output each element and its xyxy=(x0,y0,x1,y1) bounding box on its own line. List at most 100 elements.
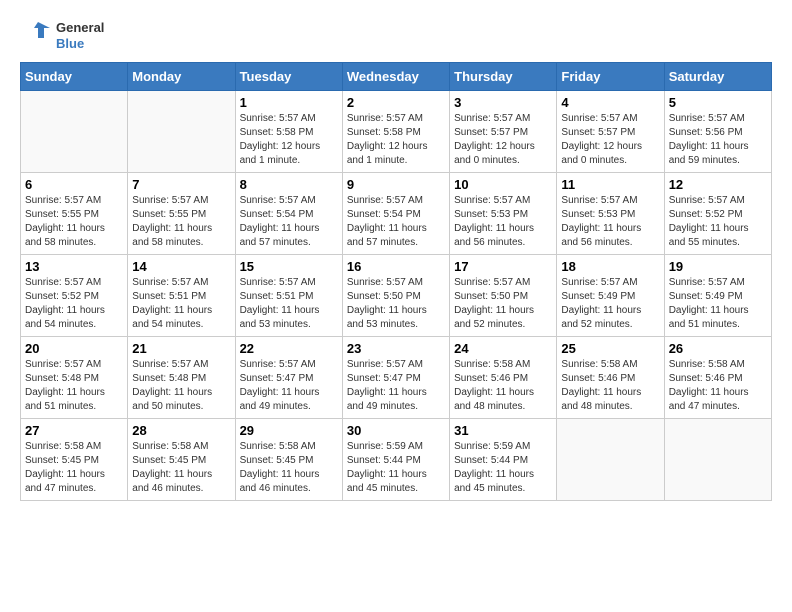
day-detail: Sunrise: 5:57 AMSunset: 5:58 PMDaylight:… xyxy=(240,112,338,168)
calendar-cell: 24Sunrise: 5:58 AMSunset: 5:46 PMDayligh… xyxy=(450,337,557,419)
weekday-header: Friday xyxy=(557,63,664,91)
calendar-cell: 14Sunrise: 5:57 AMSunset: 5:51 PMDayligh… xyxy=(128,255,235,337)
day-detail: Sunrise: 5:58 AMSunset: 5:45 PMDaylight:… xyxy=(240,440,338,496)
logo: GeneralBlue xyxy=(20,20,104,52)
weekday-header: Tuesday xyxy=(235,63,342,91)
day-detail: Sunrise: 5:57 AMSunset: 5:52 PMDaylight:… xyxy=(25,276,123,332)
day-detail: Sunrise: 5:58 AMSunset: 5:46 PMDaylight:… xyxy=(669,358,767,414)
day-number: 5 xyxy=(669,95,767,110)
day-number: 2 xyxy=(347,95,445,110)
day-number: 24 xyxy=(454,341,552,356)
day-detail: Sunrise: 5:57 AMSunset: 5:52 PMDaylight:… xyxy=(669,194,767,250)
day-detail: Sunrise: 5:57 AMSunset: 5:54 PMDaylight:… xyxy=(240,194,338,250)
calendar-cell xyxy=(664,419,771,501)
day-number: 6 xyxy=(25,177,123,192)
calendar-cell: 22 Sunrise: 5:57 AMSunset: 5:47 PMDayligh… xyxy=(235,337,342,419)
day-number: 31 xyxy=(454,423,552,438)
weekday-header: Monday xyxy=(128,63,235,91)
day-number: 12 xyxy=(669,177,767,192)
calendar-week-row: 20Sunrise: 5:57 AMSunset: 5:48 PMDayligh… xyxy=(21,337,772,419)
day-detail: Sunrise: 5:57 AMSunset: 5:56 PMDaylight:… xyxy=(669,112,767,168)
day-number: 23 xyxy=(347,341,445,356)
calendar-cell: 13 Sunrise: 5:57 AMSunset: 5:52 PMDayligh… xyxy=(21,255,128,337)
calendar-cell: 18Sunrise: 5:57 AMSunset: 5:49 PMDayligh… xyxy=(557,255,664,337)
calendar-table: SundayMondayTuesdayWednesdayThursdayFrid… xyxy=(20,62,772,501)
day-detail: Sunrise: 5:57 AMSunset: 5:48 PMDaylight:… xyxy=(132,358,230,414)
calendar-cell: 17 Sunrise: 5:57 AMSunset: 5:50 PMDayligh… xyxy=(450,255,557,337)
calendar-cell: 31Sunrise: 5:59 AMSunset: 5:44 PMDayligh… xyxy=(450,419,557,501)
calendar-cell: 20Sunrise: 5:57 AMSunset: 5:48 PMDayligh… xyxy=(21,337,128,419)
calendar-cell: 27Sunrise: 5:58 AMSunset: 5:45 PMDayligh… xyxy=(21,419,128,501)
day-detail: Sunrise: 5:57 AMSunset: 5:50 PMDaylight:… xyxy=(454,276,552,332)
day-number: 4 xyxy=(561,95,659,110)
weekday-header: Wednesday xyxy=(342,63,449,91)
day-detail: Sunrise: 5:57 AMSunset: 5:58 PMDaylight:… xyxy=(347,112,445,168)
calendar-cell: 26Sunrise: 5:58 AMSunset: 5:46 PMDayligh… xyxy=(664,337,771,419)
calendar-cell: 21 Sunrise: 5:57 AMSunset: 5:48 PMDayligh… xyxy=(128,337,235,419)
day-number: 21 xyxy=(132,341,230,356)
day-detail: Sunrise: 5:57 AMSunset: 5:53 PMDaylight:… xyxy=(454,194,552,250)
day-number: 19 xyxy=(669,259,767,274)
calendar-cell: 3Sunrise: 5:57 AMSunset: 5:57 PMDaylight… xyxy=(450,91,557,173)
day-number: 1 xyxy=(240,95,338,110)
day-detail: Sunrise: 5:58 AMSunset: 5:45 PMDaylight:… xyxy=(25,440,123,496)
day-number: 29 xyxy=(240,423,338,438)
calendar-cell: 8 Sunrise: 5:57 AMSunset: 5:54 PMDaylight… xyxy=(235,173,342,255)
calendar-cell: 23Sunrise: 5:57 AMSunset: 5:47 PMDayligh… xyxy=(342,337,449,419)
calendar-cell: 16 Sunrise: 5:57 AMSunset: 5:50 PMDayligh… xyxy=(342,255,449,337)
calendar-week-row: 27Sunrise: 5:58 AMSunset: 5:45 PMDayligh… xyxy=(21,419,772,501)
day-detail: Sunrise: 5:59 AMSunset: 5:44 PMDaylight:… xyxy=(347,440,445,496)
calendar-cell: 1 Sunrise: 5:57 AMSunset: 5:58 PMDaylight… xyxy=(235,91,342,173)
day-detail: Sunrise: 5:57 AMSunset: 5:49 PMDaylight:… xyxy=(561,276,659,332)
day-detail: Sunrise: 5:57 AMSunset: 5:57 PMDaylight:… xyxy=(454,112,552,168)
calendar-cell: 10 Sunrise: 5:57 AMSunset: 5:53 PMDayligh… xyxy=(450,173,557,255)
calendar-header-row: SundayMondayTuesdayWednesdayThursdayFrid… xyxy=(21,63,772,91)
weekday-header: Sunday xyxy=(21,63,128,91)
calendar-cell: 9 Sunrise: 5:57 AMSunset: 5:54 PMDaylight… xyxy=(342,173,449,255)
day-number: 25 xyxy=(561,341,659,356)
calendar-cell: 7Sunrise: 5:57 AMSunset: 5:55 PMDaylight… xyxy=(128,173,235,255)
weekday-header: Saturday xyxy=(664,63,771,91)
day-number: 14 xyxy=(132,259,230,274)
calendar-cell: 25 Sunrise: 5:58 AMSunset: 5:46 PMDayligh… xyxy=(557,337,664,419)
day-detail: Sunrise: 5:57 AMSunset: 5:54 PMDaylight:… xyxy=(347,194,445,250)
page-header: GeneralBlue xyxy=(20,20,772,52)
calendar-week-row: 1 Sunrise: 5:57 AMSunset: 5:58 PMDaylight… xyxy=(21,91,772,173)
calendar-week-row: 6 Sunrise: 5:57 AMSunset: 5:55 PMDaylight… xyxy=(21,173,772,255)
calendar-cell: 29 Sunrise: 5:58 AMSunset: 5:45 PMDayligh… xyxy=(235,419,342,501)
calendar-cell xyxy=(557,419,664,501)
calendar-cell xyxy=(21,91,128,173)
day-detail: Sunrise: 5:58 AMSunset: 5:46 PMDaylight:… xyxy=(561,358,659,414)
logo-text: GeneralBlue xyxy=(56,20,104,51)
day-number: 8 xyxy=(240,177,338,192)
calendar-cell: 19 Sunrise: 5:57 AMSunset: 5:49 PMDayligh… xyxy=(664,255,771,337)
calendar-cell: 2 Sunrise: 5:57 AMSunset: 5:58 PMDaylight… xyxy=(342,91,449,173)
day-detail: Sunrise: 5:57 AMSunset: 5:48 PMDaylight:… xyxy=(25,358,123,414)
calendar-cell: 6 Sunrise: 5:57 AMSunset: 5:55 PMDaylight… xyxy=(21,173,128,255)
day-detail: Sunrise: 5:57 AMSunset: 5:57 PMDaylight:… xyxy=(561,112,659,168)
day-number: 17 xyxy=(454,259,552,274)
day-number: 16 xyxy=(347,259,445,274)
day-number: 10 xyxy=(454,177,552,192)
day-number: 22 xyxy=(240,341,338,356)
calendar-week-row: 13 Sunrise: 5:57 AMSunset: 5:52 PMDayligh… xyxy=(21,255,772,337)
day-number: 11 xyxy=(561,177,659,192)
calendar-cell: 11 Sunrise: 5:57 AMSunset: 5:53 PMDayligh… xyxy=(557,173,664,255)
day-number: 28 xyxy=(132,423,230,438)
day-detail: Sunrise: 5:57 AMSunset: 5:53 PMDaylight:… xyxy=(561,194,659,250)
day-detail: Sunrise: 5:57 AMSunset: 5:55 PMDaylight:… xyxy=(25,194,123,250)
calendar-cell: 15Sunrise: 5:57 AMSunset: 5:51 PMDayligh… xyxy=(235,255,342,337)
day-number: 7 xyxy=(132,177,230,192)
day-detail: Sunrise: 5:57 AMSunset: 5:50 PMDaylight:… xyxy=(347,276,445,332)
logo-icon xyxy=(20,20,52,52)
day-detail: Sunrise: 5:57 AMSunset: 5:47 PMDaylight:… xyxy=(240,358,338,414)
day-detail: Sunrise: 5:57 AMSunset: 5:49 PMDaylight:… xyxy=(669,276,767,332)
weekday-header: Thursday xyxy=(450,63,557,91)
day-number: 13 xyxy=(25,259,123,274)
day-detail: Sunrise: 5:58 AMSunset: 5:45 PMDaylight:… xyxy=(132,440,230,496)
day-number: 15 xyxy=(240,259,338,274)
calendar-cell: 28 Sunrise: 5:58 AMSunset: 5:45 PMDayligh… xyxy=(128,419,235,501)
calendar-cell: 30Sunrise: 5:59 AMSunset: 5:44 PMDayligh… xyxy=(342,419,449,501)
day-number: 9 xyxy=(347,177,445,192)
calendar-cell: 5 Sunrise: 5:57 AMSunset: 5:56 PMDaylight… xyxy=(664,91,771,173)
